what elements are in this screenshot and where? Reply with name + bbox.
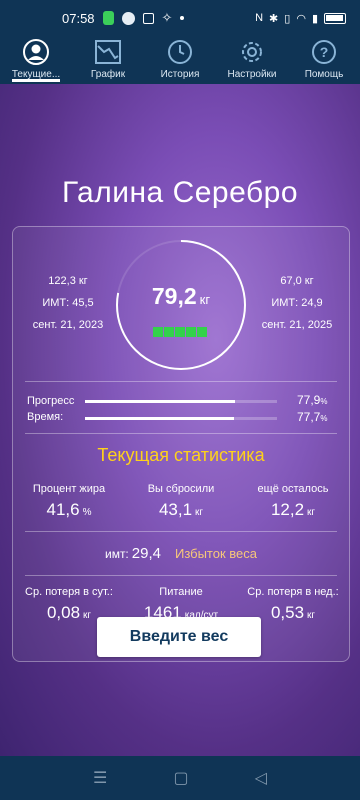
- status-bar: 07:58 ✧ N ✱ ▯ ◠ ▮: [0, 0, 360, 36]
- start-weight: 122,3 кг: [48, 275, 88, 287]
- weight-ring: 79,2 кг: [113, 237, 249, 373]
- nfc-icon: N: [255, 12, 264, 24]
- stat-value: 41,6%: [13, 500, 125, 520]
- menu-icon[interactable]: ☰: [93, 768, 107, 788]
- clock-icon: [166, 38, 194, 66]
- time-value: 77,7%: [297, 410, 327, 424]
- bmi-label: имт:: [104, 547, 129, 561]
- start-info: 122,3 кг ИМТ: 45,5 сент. 21, 2023: [23, 271, 113, 335]
- progress-bar-fill: [85, 400, 235, 403]
- time-label: Время:: [27, 411, 64, 423]
- vibrate-icon: ▯: [284, 12, 291, 25]
- gear-icon: [238, 38, 266, 66]
- goal-weight: 67,0 кг: [280, 275, 314, 287]
- stat-fat-percent: Процент жира 41,6%: [13, 483, 125, 520]
- more-notifications-icon: [180, 16, 185, 20]
- progress-label: Прогресс: [27, 395, 75, 407]
- level-bar-segment: [186, 327, 196, 337]
- divider: [25, 381, 337, 382]
- stat-label: Питание: [159, 586, 203, 598]
- stat-value: 12,2 кг: [237, 500, 349, 520]
- divider: [25, 575, 337, 576]
- progress-bar: [85, 400, 277, 403]
- top-tab-bar: Текущие... График История Настройки ? По…: [0, 36, 360, 84]
- level-bar-segment: [197, 327, 207, 337]
- stat-number: 12,2: [270, 500, 305, 519]
- start-date: сент. 21, 2023: [32, 319, 104, 331]
- current-weight-unit: кг: [199, 292, 211, 307]
- enter-weight-button[interactable]: Введите вес: [97, 617, 261, 657]
- bmi-category: Избыток веса: [174, 546, 257, 561]
- level-bar-segment: [175, 327, 185, 337]
- level-bar-segment: [153, 327, 163, 337]
- settings-notification-icon: ✧: [161, 10, 173, 25]
- time-bar: [85, 417, 277, 420]
- tab-label: Настройки: [227, 69, 277, 80]
- stat-label: ещё осталось: [257, 483, 329, 495]
- chart-icon: [94, 38, 122, 66]
- stat-unit: кг: [307, 610, 316, 621]
- time-value-number: 77,7: [297, 410, 321, 424]
- stat-label: Вы сбросили: [147, 483, 215, 495]
- tab-help[interactable]: ? Помощь: [288, 36, 360, 84]
- tab-current[interactable]: Текущие...: [0, 36, 72, 84]
- svg-text:?: ?: [320, 44, 329, 60]
- stat-unit: кг: [195, 507, 204, 518]
- stat-label: Ср. потеря в нед.:: [247, 586, 339, 598]
- section-title: Текущая статистика: [97, 445, 265, 465]
- stat-number: 0,53: [270, 603, 305, 622]
- tab-history[interactable]: История: [144, 36, 216, 84]
- home-icon[interactable]: ▢: [173, 768, 188, 788]
- user-name: Галина Серебро: [61, 176, 299, 209]
- bluetooth-icon: ✱: [269, 12, 279, 25]
- goal-bmi: ИМТ: 24,9: [271, 297, 323, 309]
- tab-label: Помощь: [304, 69, 344, 80]
- progress-value: 77,9%: [297, 393, 327, 407]
- time-value-unit: %: [320, 414, 328, 423]
- tab-chart[interactable]: График: [72, 36, 144, 84]
- level-bars: [153, 327, 207, 337]
- stat-unit: кг: [307, 507, 316, 518]
- current-weight: 79,2 кг: [113, 283, 249, 310]
- progress-value-unit: %: [320, 397, 328, 406]
- status-time: 07:58: [62, 10, 95, 26]
- stat-lost: Вы сбросили 43,1 кг: [125, 483, 237, 520]
- current-weight-value: 79,2: [151, 283, 197, 309]
- tab-label: История: [160, 69, 200, 80]
- stat-value: 43,1 кг: [125, 500, 237, 520]
- back-icon[interactable]: ◁: [255, 768, 267, 788]
- goal-info: 67,0 кг ИМТ: 24,9 сент. 21, 2025: [249, 271, 345, 335]
- tab-settings[interactable]: Настройки: [216, 36, 288, 84]
- stat-number: 43,1: [158, 500, 193, 519]
- start-bmi: ИМТ: 45,5: [42, 297, 94, 309]
- divider: [25, 433, 337, 434]
- stats-row-1: Процент жира 41,6% Вы сбросили 43,1 кг ещ…: [13, 483, 349, 520]
- wifi-icon: ◠: [296, 12, 306, 25]
- progress-value-number: 77,9: [297, 393, 321, 407]
- bmi-value: 29,4: [131, 545, 161, 562]
- battery-icon: [324, 12, 346, 24]
- stat-label: Ср. потеря в сут.:: [25, 586, 113, 598]
- notification-icon: [142, 12, 154, 24]
- profile-icon: [22, 38, 50, 66]
- stat-number: 0,08: [46, 603, 81, 622]
- stat-unit: кг: [83, 610, 92, 621]
- signal-icon: ▮: [311, 12, 318, 25]
- time-bar-fill: [85, 417, 235, 420]
- stat-label: Процент жира: [32, 483, 106, 495]
- stats-card: 122,3 кг ИМТ: 45,5 сент. 21, 2023 79,2 кг…: [12, 226, 350, 662]
- bmi-row: имт: 29,4 Избыток веса: [13, 545, 349, 562]
- level-bar-segment: [164, 327, 174, 337]
- goal-date: сент. 21, 2025: [261, 319, 333, 331]
- stat-number: 41,6: [46, 500, 80, 519]
- notification-icon: [121, 11, 135, 25]
- stat-remaining: ещё осталось 12,2 кг: [237, 483, 349, 520]
- tab-label: График: [90, 69, 126, 80]
- app-notification-icon: [102, 11, 114, 25]
- divider: [25, 531, 337, 532]
- system-nav-bar: ☰ ▢ ◁: [0, 756, 360, 800]
- tab-label: Текущие...: [11, 69, 61, 80]
- stat-unit: %: [82, 507, 92, 518]
- help-icon: ?: [310, 38, 338, 66]
